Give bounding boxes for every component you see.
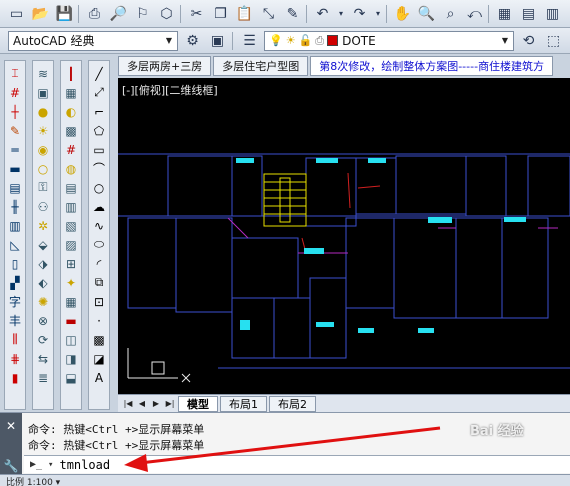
- annotation-arrow: [124, 426, 441, 472]
